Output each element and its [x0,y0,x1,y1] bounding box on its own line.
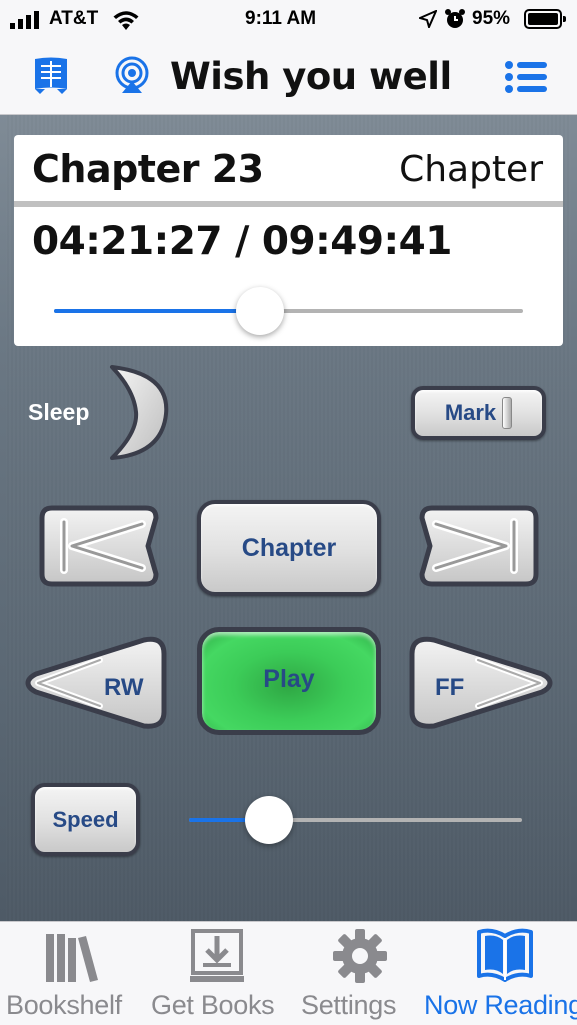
speed-label: Speed [52,806,119,832]
battery-icon [524,9,566,29]
progress-thumb[interactable] [236,287,285,335]
tab-bar: Bookshelf Get Books Settings Now Reading [0,921,577,1025]
bookshelf-icon [46,934,98,982]
elapsed-total-time: 04:21:27 / 09:49:41 [32,219,452,264]
list-icon[interactable] [505,60,547,94]
chapter-title: Chapter 23 [32,147,264,191]
gear-icon [333,929,387,983]
status-bar: AT&T 9:11 AM 95% [0,0,577,40]
signal-icon [10,11,39,29]
moon-icon[interactable] [104,362,172,462]
play-label: Play [263,664,315,693]
next-chapter-button[interactable] [418,504,540,588]
battery-percent: 95% [472,8,511,29]
open-book-icon [477,928,533,982]
rewind-button[interactable] [24,636,170,730]
tab-get-books[interactable]: Get Books [148,922,288,1025]
mark-label: Mark [444,400,497,425]
wifi-icon [113,11,139,30]
rewind-label: RW [104,674,144,701]
previous-chapter-button[interactable] [38,504,160,588]
book-icon[interactable] [32,56,70,96]
tab-label: Now Reading [424,990,577,1020]
chapter-button[interactable]: Chapter [197,500,381,596]
mark-button[interactable]: Mark [411,386,546,440]
speed-thumb[interactable] [244,796,293,844]
divider [14,201,563,207]
location-icon [419,10,437,28]
chapter-button-label: Chapter [241,533,337,562]
mark-toggle [502,397,513,429]
fast-forward-button[interactable] [406,636,554,730]
play-button[interactable]: Play [197,627,381,735]
tab-settings[interactable]: Settings [296,922,422,1025]
progress-slider[interactable] [54,287,523,335]
tab-label: Bookshelf [6,990,122,1020]
speed-slider[interactable] [189,796,522,844]
alarm-icon [445,9,465,28]
carrier-label: AT&T [49,8,99,29]
tab-bookshelf[interactable]: Bookshelf [0,922,144,1025]
tab-label: Settings [301,990,397,1020]
speed-button[interactable]: Speed [31,783,140,856]
chapter-select-button[interactable]: Chapter [399,149,543,190]
fast-forward-label: FF [435,674,465,701]
page-title: Wish you well [170,55,452,98]
nav-bar: Wish you well [0,40,577,115]
tab-now-reading[interactable]: Now Reading [424,922,577,1025]
now-playing-card: Chapter 23 Chapter 04:21:27 / 09:49:41 [14,135,563,346]
download-icon [190,929,244,982]
progress-fill [54,309,261,313]
clock: 9:11 AM [245,8,317,29]
airplay-icon[interactable] [114,56,150,94]
tab-label: Get Books [151,990,275,1020]
sleep-label: Sleep [28,399,90,425]
